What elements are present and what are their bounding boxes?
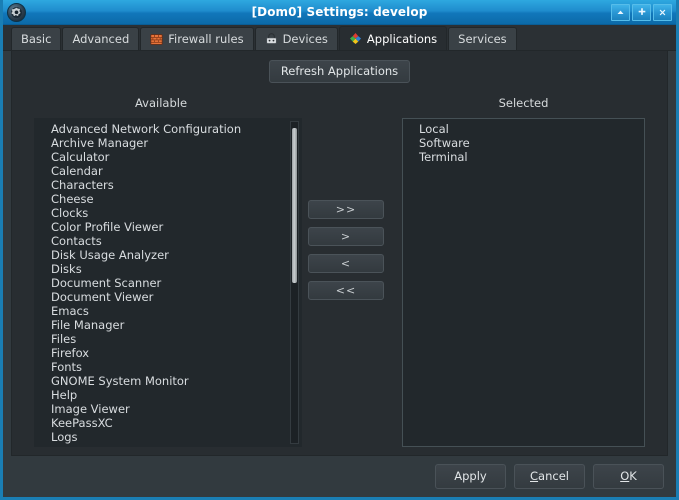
selected-items: Local Software Terminal bbox=[403, 122, 644, 164]
available-scrollbar[interactable] bbox=[290, 121, 299, 444]
apply-button[interactable]: Apply bbox=[435, 464, 506, 489]
title-bar[interactable]: [Dom0] Settings: develop bbox=[3, 0, 676, 25]
list-item[interactable]: Local bbox=[419, 122, 644, 136]
list-item[interactable]: Color Profile Viewer bbox=[51, 220, 301, 234]
tab-basic[interactable]: Basic bbox=[11, 27, 62, 50]
tab-bar: Basic Advanced Firewall rules Devices Ap… bbox=[3, 25, 676, 51]
settings-window: [Dom0] Settings: develop Basic Advanced … bbox=[0, 0, 679, 500]
list-item[interactable]: Characters bbox=[51, 178, 301, 192]
tab-services[interactable]: Services bbox=[448, 27, 517, 50]
list-item[interactable]: Archive Manager bbox=[51, 136, 301, 150]
window-body: Basic Advanced Firewall rules Devices Ap… bbox=[3, 25, 676, 497]
list-item[interactable]: Calendar bbox=[51, 164, 301, 178]
window-controls bbox=[611, 3, 676, 21]
applications-pane: Refresh Applications Available Advanced … bbox=[11, 51, 668, 456]
tab-label: Advanced bbox=[72, 32, 130, 46]
available-items: Advanced Network Configuration Archive Ma… bbox=[35, 122, 301, 444]
list-item[interactable]: KeePassXC bbox=[51, 416, 301, 430]
ok-button[interactable]: OK bbox=[593, 464, 664, 489]
list-item[interactable]: Firefox bbox=[51, 346, 301, 360]
devices-icon bbox=[265, 32, 278, 46]
close-button[interactable] bbox=[653, 3, 672, 21]
applications-icon bbox=[349, 32, 362, 45]
tab-advanced[interactable]: Advanced bbox=[62, 27, 140, 50]
selected-column: Selected Local Software Terminal bbox=[402, 96, 667, 447]
list-item[interactable]: Terminal bbox=[419, 150, 644, 164]
transfer-buttons: >> > < << bbox=[308, 200, 384, 300]
add-all-button[interactable]: >> bbox=[308, 200, 384, 219]
firewall-icon bbox=[150, 33, 163, 46]
available-header: Available bbox=[134, 96, 188, 110]
list-item[interactable]: Advanced Network Configuration bbox=[51, 122, 301, 136]
transfer-column: >> > < << bbox=[302, 96, 402, 447]
tab-label: Applications bbox=[366, 31, 438, 46]
list-item[interactable]: Logs bbox=[51, 430, 301, 444]
list-item[interactable]: Document Viewer bbox=[51, 290, 301, 304]
list-item[interactable]: Document Scanner bbox=[51, 276, 301, 290]
list-item[interactable]: File Manager bbox=[51, 318, 301, 332]
dual-list: Available Advanced Network Configuration… bbox=[12, 96, 667, 447]
maximize-button[interactable] bbox=[632, 3, 651, 21]
window-title: [Dom0] Settings: develop bbox=[251, 5, 428, 19]
refresh-applications-button[interactable]: Refresh Applications bbox=[268, 60, 411, 83]
add-button[interactable]: > bbox=[308, 227, 384, 246]
tab-label: Firewall rules bbox=[168, 32, 244, 46]
remove-all-button[interactable]: << bbox=[308, 281, 384, 300]
list-item[interactable]: Image Viewer bbox=[51, 402, 301, 416]
list-item[interactable]: Cheese bbox=[51, 192, 301, 206]
tab-label: Services bbox=[458, 32, 507, 46]
list-item[interactable]: Calculator bbox=[51, 150, 301, 164]
selected-listbox[interactable]: Local Software Terminal bbox=[402, 118, 645, 447]
available-listbox[interactable]: Advanced Network Configuration Archive Ma… bbox=[34, 118, 302, 447]
tab-label: Basic bbox=[21, 32, 52, 46]
available-column: Available Advanced Network Configuration… bbox=[12, 96, 302, 447]
list-item[interactable]: GNOME System Monitor bbox=[51, 374, 301, 388]
refresh-row: Refresh Applications bbox=[12, 51, 667, 83]
tab-label: Devices bbox=[282, 32, 328, 46]
list-item[interactable]: Disk Usage Analyzer bbox=[51, 248, 301, 262]
tab-firewall-rules[interactable]: Firewall rules bbox=[140, 27, 254, 50]
selected-header: Selected bbox=[498, 96, 549, 110]
list-item[interactable]: Fonts bbox=[51, 360, 301, 374]
list-item[interactable]: Disks bbox=[51, 262, 301, 276]
remove-button[interactable]: < bbox=[308, 254, 384, 273]
list-item[interactable]: Files bbox=[51, 332, 301, 346]
shade-button[interactable] bbox=[611, 3, 630, 21]
list-item[interactable]: Help bbox=[51, 388, 301, 402]
list-item[interactable]: Clocks bbox=[51, 206, 301, 220]
list-item[interactable]: Software bbox=[419, 136, 644, 150]
list-item[interactable]: Contacts bbox=[51, 234, 301, 248]
tab-devices[interactable]: Devices bbox=[254, 27, 338, 50]
dialog-buttons: Apply Cancel OK bbox=[3, 456, 676, 497]
available-scrollbar-thumb[interactable] bbox=[292, 128, 297, 283]
settings-gear-icon[interactable] bbox=[7, 2, 26, 22]
cancel-button[interactable]: Cancel bbox=[514, 464, 585, 489]
list-item[interactable]: Emacs bbox=[51, 304, 301, 318]
tab-applications[interactable]: Applications bbox=[338, 26, 448, 50]
